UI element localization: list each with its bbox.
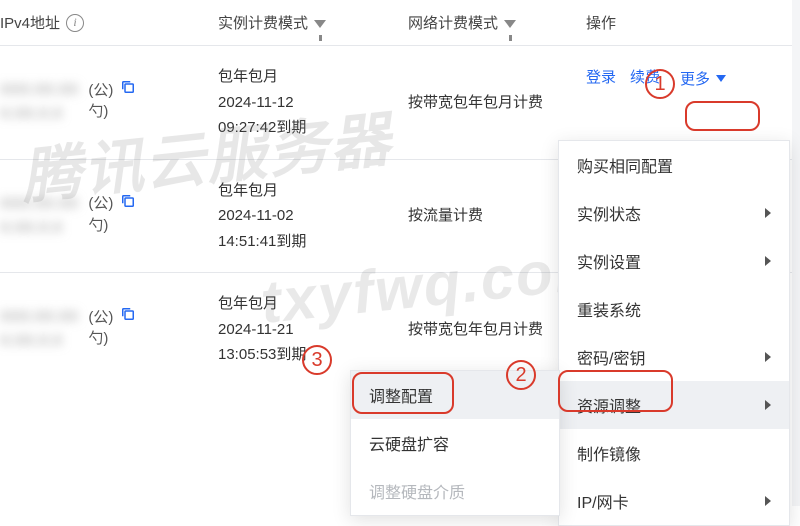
menu-pwd-key-label: 密码/密钥	[577, 345, 645, 369]
renew-link[interactable]: 续费	[630, 66, 660, 91]
menu-instance-settings[interactable]: 实例设置	[559, 237, 789, 285]
submenu-adjust-disk-medium: 调整硬盘介质	[351, 467, 559, 515]
ip-suffix: (公)	[88, 306, 113, 327]
submenu-adjust-config[interactable]: 调整配置	[351, 371, 559, 419]
chevron-right-icon	[765, 256, 771, 266]
menu-instance-state[interactable]: 实例状态	[559, 189, 789, 237]
ip-suffix: (公)	[88, 79, 113, 100]
col-ip-label: IPv4地址	[0, 12, 60, 33]
ip-suffix-2: 勺)	[88, 327, 137, 348]
billing-expire: 09:27:42到期	[218, 115, 306, 141]
ip-suffix-2: 勺)	[88, 214, 137, 235]
info-icon[interactable]: i	[66, 14, 84, 32]
chevron-right-icon	[765, 400, 771, 410]
table-header: IPv4地址 i 实例计费模式 网络计费模式 操作	[0, 0, 800, 46]
billing-expire: 14:51:41到期	[218, 229, 306, 255]
menu-instance-settings-label: 实例设置	[577, 249, 641, 273]
submenu-expand-disk-label: 云硬盘扩容	[369, 431, 449, 455]
copy-icon[interactable]	[119, 305, 137, 327]
billing-mode: 包年包月	[218, 178, 306, 204]
col-actions-label: 操作	[586, 15, 616, 32]
col-billing-label: 实例计费模式	[218, 12, 308, 33]
ip-suffix: (公)	[88, 192, 113, 213]
menu-instance-state-label: 实例状态	[577, 201, 641, 225]
chevron-right-icon	[765, 496, 771, 506]
submenu-adjust-config-label: 调整配置	[369, 383, 433, 407]
menu-pwd-key[interactable]: 密码/密钥	[559, 333, 789, 381]
billing-expire: 13:05:53到期	[218, 342, 306, 368]
chevron-right-icon	[765, 352, 771, 362]
menu-make-image-label: 制作镜像	[577, 441, 641, 465]
menu-buy-same[interactable]: 购买相同配置	[559, 141, 789, 189]
network-mode: 按带宽包年包月计费	[408, 317, 543, 343]
menu-resource-adjust-label: 资源调整	[577, 393, 641, 417]
submenu-adjust-disk-medium-label: 调整硬盘介质	[369, 479, 465, 503]
more-label: 更多	[680, 68, 710, 89]
menu-ip-nic[interactable]: IP/网卡	[559, 477, 789, 525]
menu-buy-same-label: 购买相同配置	[577, 153, 673, 177]
menu-reinstall-label: 重装系统	[577, 297, 641, 321]
submenu-expand-disk[interactable]: 云硬盘扩容	[351, 419, 559, 467]
login-link[interactable]: 登录	[586, 66, 616, 91]
billing-mode: 包年包月	[218, 291, 306, 317]
billing-date: 2024-11-12	[218, 90, 306, 116]
resource-adjust-submenu: 调整配置 云硬盘扩容 调整硬盘介质	[350, 370, 560, 516]
menu-ip-nic-label: IP/网卡	[577, 489, 629, 513]
chevron-right-icon	[765, 208, 771, 218]
menu-make-image[interactable]: 制作镜像	[559, 429, 789, 477]
billing-date: 2024-11-21	[218, 317, 306, 343]
menu-reinstall[interactable]: 重装系统	[559, 285, 789, 333]
more-button[interactable]: 更多	[674, 66, 732, 91]
network-mode: 按流量计费	[408, 203, 483, 229]
billing-date: 2024-11-02	[218, 203, 306, 229]
copy-icon[interactable]	[119, 78, 137, 100]
filter-icon[interactable]	[314, 20, 326, 28]
network-mode: 按带宽包年包月计费	[408, 90, 543, 116]
caret-down-icon	[716, 75, 726, 82]
ip-masked: XXX.XX.XXX.XX.X.X	[0, 78, 78, 126]
more-dropdown: 购买相同配置 实例状态 实例设置 重装系统 密码/密钥 资源调整 制作镜像 IP…	[558, 140, 790, 526]
menu-resource-adjust[interactable]: 资源调整	[559, 381, 789, 429]
ip-masked: XXX.XX.XXX.XX.X.X	[0, 192, 78, 240]
billing-mode: 包年包月	[218, 64, 306, 90]
col-network-label: 网络计费模式	[408, 12, 498, 33]
scrollbar-track[interactable]	[792, 0, 800, 506]
ip-masked: XXX.XX.XXX.XX.X.X	[0, 305, 78, 353]
filter-icon[interactable]	[504, 20, 516, 28]
copy-icon[interactable]	[119, 192, 137, 214]
ip-suffix-2: 勺)	[88, 100, 137, 121]
